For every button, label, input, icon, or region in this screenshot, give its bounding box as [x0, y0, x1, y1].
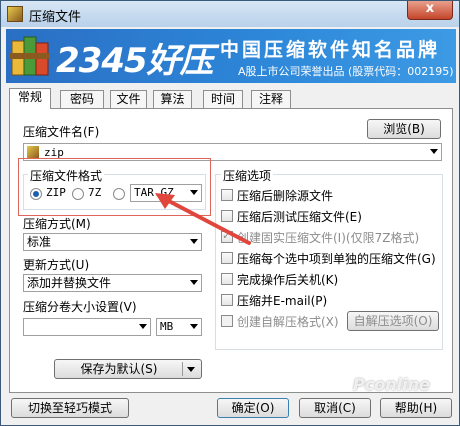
archive-app-icon	[7, 6, 23, 22]
split-label: 压缩分卷大小设置(V)	[23, 300, 137, 314]
split-size-combo[interactable]	[23, 318, 151, 336]
browse-button[interactable]: 浏览(B)	[367, 119, 441, 139]
option-shutdown-label: 完成操作后关机(K)	[237, 273, 339, 287]
zip-radio[interactable]	[30, 188, 42, 200]
tab-comment[interactable]: 注释	[251, 90, 291, 108]
format-group-title: 压缩文件格式	[28, 167, 105, 184]
chevron-down-icon	[187, 367, 195, 372]
brand-subtitle: A股上市公司荣誉出品 (股票代码：002195)	[238, 65, 454, 78]
option-shutdown-checkbox[interactable]	[221, 273, 233, 285]
watermark: Pconline	[353, 375, 430, 394]
brand-logo: 2345好压	[56, 41, 214, 81]
options-title: 压缩选项	[221, 167, 274, 184]
split-divider	[182, 362, 183, 376]
method-label: 压缩方式(M)	[23, 217, 91, 231]
method-value: 标准	[27, 235, 52, 249]
window-title: 压缩文件	[29, 10, 82, 25]
option-sfx-label: 创建自解压格式(X)	[237, 315, 339, 329]
tab-files[interactable]: 文件	[110, 90, 147, 108]
zip-label: ZIP	[46, 186, 66, 199]
7z-radio[interactable]	[72, 188, 84, 200]
chevron-down-icon	[139, 324, 147, 329]
compress-dialog: 压缩文件 x 2345好压 中国压缩软件知名品牌 A股上市公司荣誉出品 (股票代…	[0, 0, 460, 426]
zip-file-icon	[27, 146, 39, 158]
chevron-down-icon	[190, 324, 198, 329]
update-value: 添加并替换文件	[27, 276, 112, 290]
red-arrow-annotation	[155, 193, 251, 245]
option-email-label: 压缩并E-mail(P)	[237, 294, 328, 308]
sfx-options-button[interactable]: 自解压选项(O)	[347, 311, 439, 331]
brand-banner: 2345好压 中国压缩软件知名品牌 A股上市公司荣誉出品 (股票代码：00219…	[6, 29, 456, 83]
ok-button[interactable]: 确定(O)	[217, 398, 289, 418]
chevron-down-icon	[190, 280, 198, 285]
7z-label: 7Z	[88, 186, 102, 199]
targz-radio[interactable]	[113, 188, 125, 200]
cancel-button[interactable]: 取消(C)	[299, 398, 371, 418]
light-mode-button[interactable]: 切换至轻巧模式	[11, 398, 129, 418]
tab-password[interactable]: 密码	[60, 90, 104, 108]
save-default-label: 保存为默认(S)	[80, 362, 158, 376]
tab-time[interactable]: 时间	[203, 90, 243, 108]
title-bar[interactable]: 压缩文件 x	[1, 1, 459, 27]
tab-algorithm[interactable]: 算法	[153, 90, 192, 108]
books-logo-icon	[10, 36, 50, 76]
split-unit-value: MB	[160, 320, 174, 333]
option-email-checkbox[interactable]	[221, 294, 233, 306]
tab-general[interactable]: 常规	[9, 88, 51, 109]
help-button[interactable]: 帮助(H)	[380, 398, 452, 418]
option-separate-archives-checkbox[interactable]	[221, 252, 233, 264]
save-default-button[interactable]: 保存为默认(S)	[54, 359, 202, 379]
chevron-down-icon	[430, 149, 438, 154]
general-panel: 压缩文件名(F) 浏览(B) zip 压缩文件格式 ZIP 7Z TAR.GZ …	[9, 108, 453, 393]
update-combo[interactable]: 添加并替换文件	[23, 274, 202, 292]
split-unit-combo[interactable]: MB	[156, 318, 202, 336]
option-sfx-checkbox[interactable]	[221, 315, 233, 327]
brand-slogan: 中国压缩软件知名品牌	[220, 39, 441, 61]
update-label: 更新方式(U)	[23, 258, 90, 272]
option-separate-archives-label: 压缩每个选中项到单独的压缩文件(G)	[237, 252, 436, 266]
close-button[interactable]: x	[407, 1, 453, 20]
filename-label: 压缩文件名(F)	[23, 125, 100, 139]
